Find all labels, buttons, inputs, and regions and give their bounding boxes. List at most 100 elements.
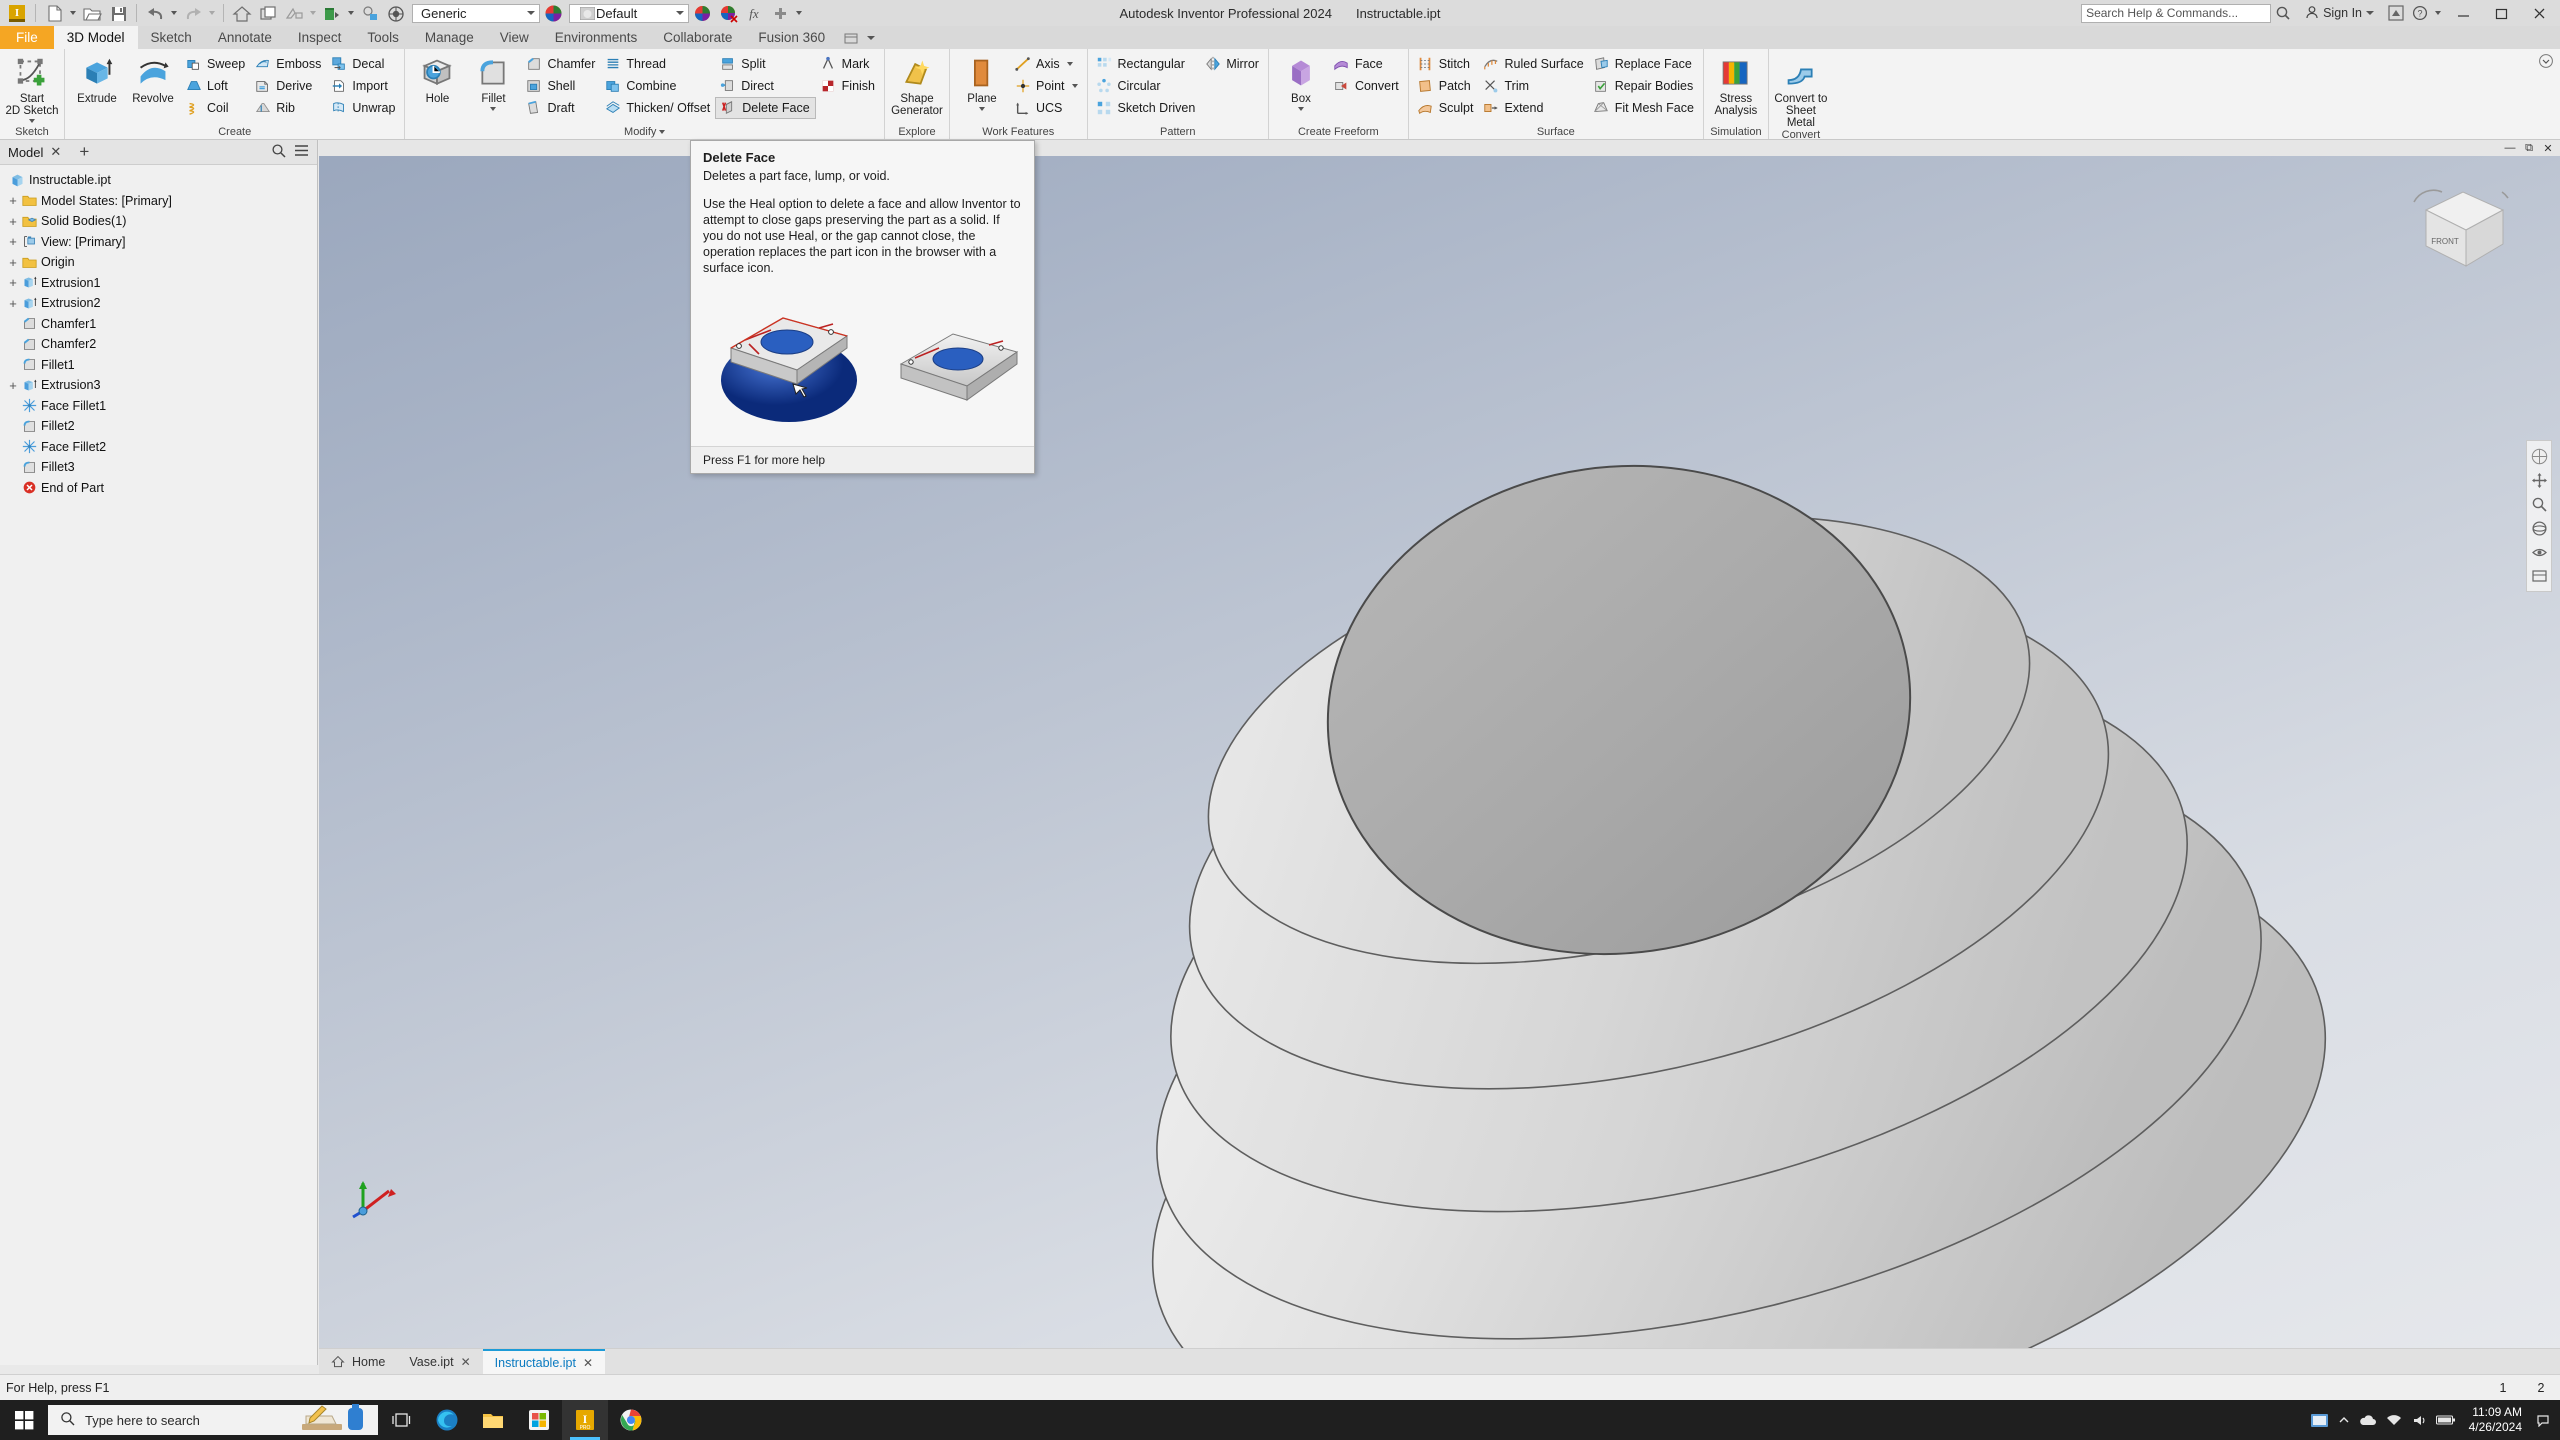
mirror-button[interactable]: Mirror <box>1200 53 1264 75</box>
notification-center-icon[interactable] <box>2532 1400 2554 1440</box>
tree-node-extrusion2[interactable]: + Extrusion2 <box>2 293 317 314</box>
ribbon-tab-view[interactable]: View <box>487 26 542 49</box>
mark-button[interactable]: Mark <box>816 53 880 75</box>
ribbon-tab-sketch[interactable]: Sketch <box>138 26 205 49</box>
material-dropdown-icon[interactable] <box>345 1 357 25</box>
emboss-button[interactable]: Emboss <box>250 53 326 75</box>
inventor-logo-icon[interactable]: I <box>4 1 30 25</box>
full-navigation-wheel-icon[interactable] <box>2528 444 2550 468</box>
tree-node-extrusion3[interactable]: + Extrusion3 <box>2 375 317 396</box>
draft-button[interactable]: Draft <box>521 97 600 119</box>
rectangular-pattern-button[interactable]: Rectangular <box>1092 53 1201 75</box>
appearance-combo[interactable]: Default <box>569 3 689 23</box>
view-cube[interactable]: FRONT <box>2408 180 2518 280</box>
show-hidden-icons-icon[interactable] <box>2333 1400 2355 1440</box>
tree-node-model-states-primary-[interactable]: + Model States: [Primary] <box>2 191 317 212</box>
fillet-button[interactable]: Fillet <box>465 51 521 111</box>
ribbon-extra-chevron-icon[interactable] <box>864 26 878 49</box>
split-button[interactable]: Split <box>715 53 815 75</box>
ribbon-tab-environments[interactable]: Environments <box>542 26 651 49</box>
expand-icon[interactable]: + <box>6 275 20 290</box>
new-file-icon[interactable] <box>41 1 67 25</box>
orbit-icon[interactable] <box>2528 516 2550 540</box>
expand-icon[interactable]: + <box>6 255 20 270</box>
trim-button[interactable]: Trim <box>1478 75 1588 97</box>
clear-override-icon[interactable] <box>715 1 741 25</box>
add-browser-tab-button[interactable]: + <box>69 143 99 160</box>
chevron-down-icon[interactable] <box>29 119 35 123</box>
chevron-down-icon[interactable] <box>1066 62 1073 66</box>
taskbar-clock[interactable]: 11:09 AM 4/26/2024 <box>2459 1405 2532 1435</box>
minimize-button[interactable] <box>2444 0 2482 26</box>
thread-button[interactable]: Thread <box>600 53 715 75</box>
material-icon[interactable] <box>319 1 345 25</box>
ribbon-tab-3d-model[interactable]: 3D Model <box>53 26 138 49</box>
project-icon[interactable] <box>255 1 281 25</box>
coil-button[interactable]: Coil <box>181 97 250 119</box>
close-icon[interactable]: ✕ <box>583 1356 593 1370</box>
help-icon[interactable]: ? <box>2408 1 2432 25</box>
file-explorer-icon[interactable] <box>470 1400 516 1440</box>
repair-bodies-button[interactable]: Repair Bodies <box>1589 75 1699 97</box>
save-icon[interactable] <box>105 1 131 25</box>
tray-app-icon[interactable] <box>2307 1400 2333 1440</box>
taskbar-search-input[interactable]: Type here to search <box>48 1404 378 1435</box>
display-settings-icon[interactable] <box>2528 564 2550 588</box>
expand-icon[interactable]: + <box>6 378 20 393</box>
tree-node-chamfer2[interactable]: Chamfer2 <box>2 334 317 355</box>
appearance-wheel-icon[interactable] <box>689 1 715 25</box>
chevron-down-icon[interactable] <box>490 107 497 111</box>
import-button[interactable]: Import <box>326 75 400 97</box>
document-tab-home[interactable]: Home <box>319 1349 397 1374</box>
derive-button[interactable]: Derive <box>250 75 326 97</box>
maximize-button[interactable] <box>2482 0 2520 26</box>
patch-button[interactable]: Patch <box>1413 75 1479 97</box>
replace-face-button[interactable]: Replace Face <box>1589 53 1699 75</box>
tree-node-fillet3[interactable]: Fillet3 <box>2 457 317 478</box>
sweep-button[interactable]: Sweep <box>181 53 250 75</box>
tree-node-extrusion1[interactable]: + Extrusion1 <box>2 273 317 294</box>
ribbon-tab-annotate[interactable]: Annotate <box>205 26 285 49</box>
sign-in-button[interactable]: Sign In <box>2295 5 2384 22</box>
ucs-button[interactable]: UCS <box>1010 97 1083 119</box>
direct-button[interactable]: Direct <box>715 75 815 97</box>
chamfer-button[interactable]: Chamfer <box>521 53 600 75</box>
help-dropdown-icon[interactable] <box>2432 1 2444 25</box>
ribbon-tab-collaborate[interactable]: Collaborate <box>650 26 745 49</box>
extrude-button[interactable]: Extrude <box>69 51 125 105</box>
edge-browser-icon[interactable] <box>424 1400 470 1440</box>
chevron-down-icon[interactable] <box>1071 84 1078 88</box>
material-color-wheel-icon[interactable] <box>540 1 566 25</box>
tree-node-solid-bodies-1-[interactable]: + Solid Bodies(1) <box>2 211 317 232</box>
ribbon-tab-inspect[interactable]: Inspect <box>285 26 355 49</box>
tree-node-chamfer1[interactable]: Chamfer1 <box>2 314 317 335</box>
redo-icon[interactable] <box>180 1 206 25</box>
freeform-face-button[interactable]: Face <box>1329 53 1404 75</box>
undo-icon[interactable] <box>142 1 168 25</box>
material-combo[interactable]: Generic <box>412 3 540 23</box>
appearance-dropdown-icon[interactable] <box>307 1 319 25</box>
adjust-icon[interactable] <box>383 1 409 25</box>
close-icon[interactable]: ✕ <box>50 144 61 160</box>
stress-analysis-button[interactable]: Stress Analysis <box>1708 51 1764 117</box>
parameters-fx-icon[interactable]: fx <box>741 1 767 25</box>
qat-customize-icon[interactable] <box>793 1 805 25</box>
tree-node-face-fillet2[interactable]: Face Fillet2 <box>2 437 317 458</box>
combine-button[interactable]: Combine <box>600 75 715 97</box>
hamburger-menu-icon[interactable] <box>294 143 309 161</box>
sculpt-button[interactable]: Sculpt <box>1413 97 1479 119</box>
box-button[interactable]: Box <box>1273 51 1329 111</box>
start-button[interactable] <box>0 1400 48 1440</box>
chevron-down-icon[interactable] <box>979 107 985 111</box>
network-icon[interactable] <box>2381 1400 2407 1440</box>
circular-pattern-button[interactable]: Circular <box>1092 75 1201 97</box>
autodesk-app-icon[interactable] <box>2384 1 2408 25</box>
ruled-surface-button[interactable]: Ruled Surface <box>1478 53 1588 75</box>
search-icon[interactable] <box>2271 1 2295 25</box>
add-to-qat-icon[interactable] <box>767 1 793 25</box>
finish-button[interactable]: Finish <box>816 75 880 97</box>
tree-node-view-primary-[interactable]: + View: [Primary] <box>2 232 317 253</box>
close-icon[interactable]: ✕ <box>461 1355 471 1369</box>
expand-icon[interactable]: + <box>6 214 20 229</box>
fit-mesh-face-button[interactable]: Fit Mesh Face <box>1589 97 1699 119</box>
